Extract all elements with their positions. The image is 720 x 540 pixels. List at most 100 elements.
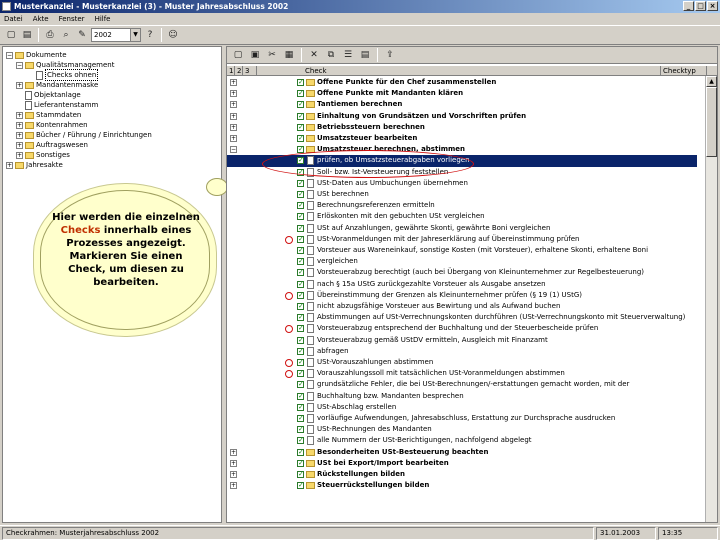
menu-akte[interactable]: Akte bbox=[33, 13, 49, 25]
check-done-icon[interactable]: ✓ bbox=[297, 314, 304, 322]
check-row[interactable]: ✓ Vorsteuerabzug entsprechend der Buchhal… bbox=[227, 323, 697, 334]
expand-icon[interactable]: + bbox=[230, 471, 237, 478]
paste-icon[interactable]: ▦ bbox=[282, 48, 296, 62]
check-done-icon[interactable]: ✓ bbox=[297, 448, 304, 456]
new-doc-icon[interactable]: ▢ bbox=[231, 48, 245, 62]
check-done-icon[interactable]: ✓ bbox=[297, 415, 304, 422]
expand-icon[interactable]: + bbox=[16, 131, 23, 139]
expand-icon[interactable]: + bbox=[230, 79, 237, 86]
check-done-icon[interactable]: ✓ bbox=[297, 135, 304, 142]
cut-icon[interactable]: ✂ bbox=[265, 48, 279, 62]
scroll-up-icon[interactable]: ▲ bbox=[706, 76, 717, 87]
check-done-icon[interactable]: ✓ bbox=[297, 359, 304, 366]
menu-fenster[interactable]: Fenster bbox=[59, 13, 85, 25]
check-row[interactable]: + ✓ Steuerrückstellungen bilden bbox=[227, 480, 697, 491]
check-row[interactable]: ✓ Vorsteuerabzug gemäß UStDV ermitteln, A… bbox=[227, 335, 697, 346]
check-done-icon[interactable]: ✓ bbox=[297, 381, 304, 389]
tree-item[interactable]: Objektanlage bbox=[25, 90, 81, 100]
check-row[interactable]: ✓ USt-Abschlag erstellen bbox=[227, 402, 697, 413]
expand-icon[interactable]: + bbox=[230, 112, 237, 120]
tree-item[interactable]: + Bücher / Führung / Einrichtungen bbox=[16, 130, 152, 140]
expand-icon[interactable]: + bbox=[230, 448, 237, 456]
tree-item[interactable]: + Stammdaten bbox=[16, 110, 81, 120]
check-row[interactable]: + ✓ Tantiemen berechnen bbox=[227, 99, 697, 110]
check-done-icon[interactable]: ✓ bbox=[297, 235, 304, 243]
check-done-icon[interactable]: ✓ bbox=[297, 471, 304, 478]
table-icon[interactable]: ▤ bbox=[358, 48, 372, 62]
close-button[interactable]: × bbox=[707, 1, 718, 11]
check-row[interactable]: ✓ Abstimmungen auf USt-Verrechnungskonten… bbox=[227, 312, 697, 323]
check-done-icon[interactable]: ✓ bbox=[297, 437, 304, 445]
tree-item[interactable]: Lieferantenstamm bbox=[25, 100, 98, 110]
column-header-checktyp[interactable]: Checktyp bbox=[661, 66, 707, 76]
check-row[interactable]: + ✓ Besonderheiten USt-Besteuerung beachte… bbox=[227, 447, 697, 458]
collapse-icon[interactable]: − bbox=[6, 51, 13, 59]
check-row[interactable]: ✓ USt auf Anzahlungen, gewährte Skonti, g… bbox=[227, 223, 697, 234]
check-row[interactable]: ✓ USt berechnen bbox=[227, 189, 697, 200]
check-done-icon[interactable]: ✓ bbox=[297, 179, 304, 187]
check-done-icon[interactable]: ✓ bbox=[297, 325, 304, 333]
column-header-1[interactable]: 1 bbox=[227, 66, 235, 76]
check-row[interactable]: ✓ abfragen bbox=[227, 346, 697, 357]
check-row[interactable]: + ✓ Umsatzsteuer bearbeiten bbox=[227, 133, 697, 144]
copy-icon[interactable]: ⧉ bbox=[324, 48, 338, 62]
check-row[interactable]: ✓ grundsätzliche Fehler, die bei USt-Bere… bbox=[227, 379, 697, 390]
check-done-icon[interactable]: ✓ bbox=[297, 258, 304, 266]
expand-icon[interactable]: + bbox=[230, 123, 237, 131]
check-done-icon[interactable]: ✓ bbox=[297, 213, 304, 221]
check-row[interactable]: ✓ Vorauszahlungssoll mit tatsächlichen US… bbox=[227, 368, 697, 379]
check-done-icon[interactable]: ✓ bbox=[297, 247, 304, 254]
column-header-2[interactable]: 2 bbox=[235, 66, 243, 76]
check-row[interactable]: ✓ nicht abzugsfähige Vorsteuer aus Bewirt… bbox=[227, 301, 697, 312]
user-icon[interactable]: ☺ bbox=[166, 28, 180, 42]
vertical-scrollbar[interactable]: ▲ bbox=[705, 76, 717, 522]
check-row[interactable]: ✓ Erlöskonten mit den gebuchten USt vergl… bbox=[227, 211, 697, 222]
check-row[interactable]: ✓ USt-Rechnungen des Mandanten bbox=[227, 424, 697, 435]
check-row[interactable]: + ✓ Rückstellungen bilden bbox=[227, 469, 697, 480]
check-row[interactable]: ✓ USt-Daten aus Umbuchungen übernehmen bbox=[227, 178, 697, 189]
check-done-icon[interactable]: ✓ bbox=[297, 79, 304, 86]
check-done-icon[interactable]: ✓ bbox=[297, 459, 304, 467]
expand-icon[interactable]: + bbox=[16, 111, 23, 119]
expand-icon[interactable]: + bbox=[230, 101, 237, 109]
expand-icon[interactable]: + bbox=[230, 459, 237, 467]
minimize-button[interactable]: _ bbox=[683, 1, 694, 11]
check-done-icon[interactable]: ✓ bbox=[297, 90, 304, 98]
check-done-icon[interactable]: ✓ bbox=[297, 191, 304, 198]
tree-item-selected[interactable]: Checks ohnen bbox=[36, 69, 99, 81]
expand-icon[interactable]: + bbox=[16, 81, 23, 89]
new-icon[interactable]: ▢ bbox=[4, 28, 18, 42]
check-row[interactable]: ✓ vergleichen bbox=[227, 256, 697, 267]
tree-item[interactable]: + Jahresakte bbox=[6, 160, 63, 170]
check-done-icon[interactable]: ✓ bbox=[297, 202, 304, 210]
print-icon[interactable]: ⎙ bbox=[43, 28, 57, 42]
check-row[interactable]: + ✓ Betriebssteuern berechnen bbox=[227, 122, 697, 133]
check-done-icon[interactable]: ✓ bbox=[297, 291, 304, 299]
check-row[interactable]: ✓ alle Nummern der USt-Berichtigungen, na… bbox=[227, 435, 697, 446]
check-row[interactable]: ✓ Buchhaltung bzw. Mandanten besprechen bbox=[227, 391, 697, 402]
check-done-icon[interactable]: ✓ bbox=[297, 280, 304, 288]
check-done-icon[interactable]: ✓ bbox=[297, 392, 304, 400]
tree-item[interactable]: + Kontenrahmen bbox=[16, 120, 88, 130]
expand-icon[interactable]: + bbox=[16, 141, 23, 149]
chevron-down-icon[interactable]: ▼ bbox=[130, 29, 140, 41]
collapse-icon[interactable]: − bbox=[16, 61, 23, 69]
search-icon[interactable]: ⌕ bbox=[59, 28, 73, 42]
check-row[interactable]: ✓ nach § 15a UStG zurückgezahlte Vorsteue… bbox=[227, 279, 697, 290]
check-done-icon[interactable]: ✓ bbox=[297, 224, 304, 232]
tree-item[interactable]: − Dokumente bbox=[6, 50, 67, 60]
tree-item[interactable]: + Auftragswesen bbox=[16, 140, 88, 150]
column-header-check[interactable]: Check bbox=[303, 66, 661, 76]
check-done-icon[interactable]: ✓ bbox=[297, 347, 304, 355]
scroll-thumb[interactable] bbox=[706, 87, 717, 157]
check-row[interactable]: ✓ vorläufige Aufwendungen, Jahresabschlus… bbox=[227, 413, 697, 424]
expand-icon[interactable]: + bbox=[230, 90, 237, 98]
check-done-icon[interactable]: ✓ bbox=[297, 112, 304, 120]
check-done-icon[interactable]: ✓ bbox=[297, 403, 304, 411]
upload-icon[interactable]: ⇪ bbox=[383, 48, 397, 62]
check-done-icon[interactable]: ✓ bbox=[297, 336, 304, 344]
edit-icon[interactable]: ✎ bbox=[75, 28, 89, 42]
expand-icon[interactable]: + bbox=[6, 161, 13, 169]
expand-icon[interactable]: + bbox=[230, 482, 237, 490]
tree-item[interactable]: + Mandantenmaske bbox=[16, 80, 98, 90]
